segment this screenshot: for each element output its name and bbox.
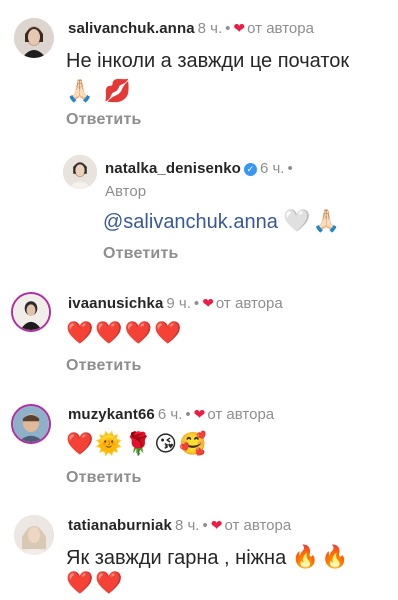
avatar[interactable] (63, 155, 97, 189)
liked-by-author-label: от автора (247, 20, 314, 37)
liked-by-author-label: от автора (207, 406, 275, 423)
comment-emoji-inline: 🔥🔥 (291, 544, 351, 569)
heart-icon: ❤ (233, 20, 246, 36)
comment-emoji: 🙏🏻 💋 (66, 78, 133, 103)
heart-icon: ❤ (202, 295, 214, 311)
comment-emoji: ❤️🌞🌹😘🥰 (66, 431, 209, 456)
comment-emoji: 🤍🙏🏻 (283, 208, 343, 233)
comment-text-body: Як завжди гарна , ніжна (66, 547, 287, 569)
reply-button[interactable]: Ответить (103, 245, 179, 263)
avatar[interactable] (11, 404, 51, 444)
timestamp: 8 ч. (174, 517, 200, 534)
reply-button[interactable]: Ответить (66, 357, 142, 375)
timestamp: 8 ч. (197, 20, 223, 37)
reply-button[interactable]: Ответить (66, 469, 142, 487)
username[interactable]: tatianaburniak (68, 517, 172, 534)
timestamp: 9 ч. (166, 295, 191, 312)
avatar[interactable] (14, 515, 54, 555)
timestamp: 6 ч. (259, 160, 285, 177)
comment-text: Як завжди гарна , ніжна 🔥🔥 (66, 544, 351, 571)
separator-dot: • (193, 295, 200, 312)
username[interactable]: salivanchuk.anna (68, 20, 195, 37)
verified-badge-icon: ✓ (243, 163, 257, 176)
username[interactable]: ivaanusichka (68, 295, 163, 312)
author-tag: Автор (105, 183, 147, 200)
separator-dot: • (202, 517, 208, 534)
comment-emoji: ❤️❤️ (66, 570, 125, 595)
heart-icon: ❤ (193, 406, 206, 422)
timestamp: 6 ч. (157, 406, 183, 423)
separator-dot: • (225, 20, 231, 37)
heart-icon: ❤ (210, 517, 223, 533)
comment-text: Не інколи а завжди це початок (66, 50, 350, 72)
reply-button[interactable]: Ответить (66, 111, 142, 129)
liked-by-author-label: от автора (224, 517, 292, 534)
mention-link[interactable]: @salivanchuk.anna (103, 211, 278, 233)
liked-by-author-label: от автора (215, 295, 283, 312)
comment-text: @salivanchuk.anna 🤍🙏🏻 (103, 208, 342, 235)
separator-dot: • (287, 160, 293, 177)
avatar[interactable] (14, 18, 54, 58)
separator-dot: • (185, 406, 191, 423)
username[interactable]: muzykant66 (68, 406, 155, 423)
username[interactable]: natalka_denisenko (105, 160, 241, 177)
comment-emoji: ❤️❤️❤️❤️ (66, 320, 184, 345)
avatar[interactable] (11, 292, 51, 332)
